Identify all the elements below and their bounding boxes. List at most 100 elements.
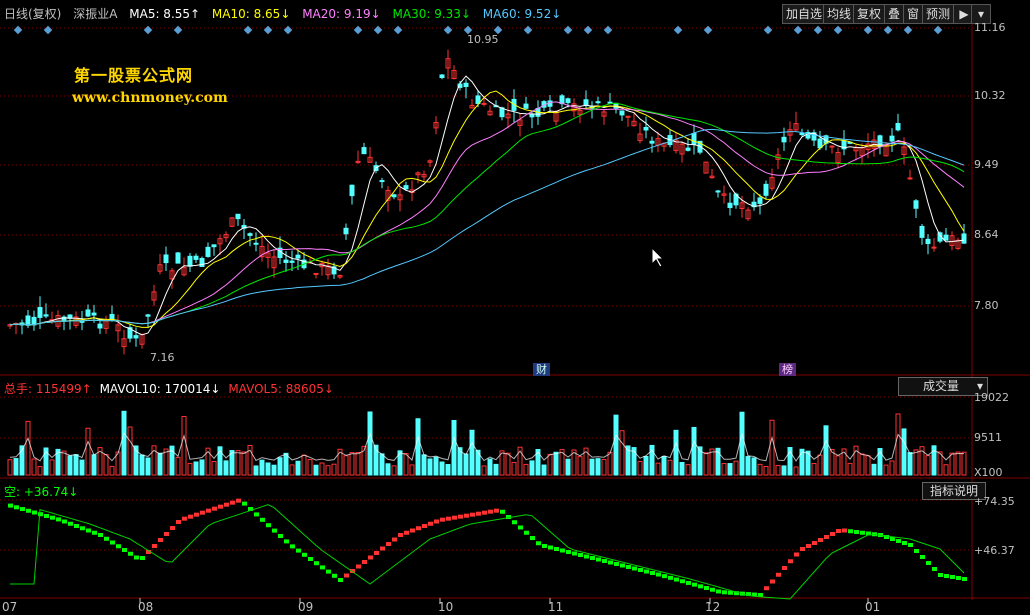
indicator-dot bbox=[50, 515, 55, 520]
candle-body bbox=[943, 234, 949, 241]
indicator-dot bbox=[356, 564, 361, 569]
finance-badge[interactable]: 财 bbox=[533, 363, 550, 376]
candle-body bbox=[565, 98, 571, 104]
volume-bar bbox=[865, 455, 871, 476]
volume-axis-label: 9511 bbox=[974, 431, 1002, 444]
indicator-dot bbox=[62, 519, 67, 524]
indicator-dot bbox=[782, 566, 787, 570]
adjust-button[interactable]: 复权 bbox=[853, 4, 886, 24]
volume-bar bbox=[643, 455, 649, 476]
volume-bar bbox=[565, 458, 571, 476]
candle-body bbox=[403, 185, 409, 190]
volume-bar bbox=[31, 458, 37, 476]
volume-bar bbox=[313, 464, 319, 476]
watermark-name: 第一股票公式网 bbox=[74, 66, 194, 85]
overlay-button[interactable]: 叠 bbox=[884, 4, 905, 24]
candle-body bbox=[37, 306, 43, 318]
indicator-dot bbox=[668, 575, 673, 580]
event-diamond bbox=[443, 25, 453, 35]
indicator-dot bbox=[254, 512, 259, 517]
candle-body bbox=[715, 190, 721, 193]
indicator-dot bbox=[638, 568, 643, 572]
indicator-dot bbox=[692, 582, 697, 587]
volume-bar bbox=[925, 455, 931, 476]
candle-body bbox=[379, 180, 385, 183]
indicator-dot bbox=[398, 533, 403, 537]
price-axis-label: 7.80 bbox=[974, 299, 999, 312]
mavol-line bbox=[9, 432, 965, 462]
volume-bar bbox=[145, 457, 151, 476]
indicator-dot bbox=[722, 590, 727, 595]
mouse-cursor-icon bbox=[651, 246, 665, 268]
indicator-dot bbox=[686, 580, 691, 585]
volume-bar bbox=[913, 449, 919, 476]
indicator-dot bbox=[914, 549, 919, 553]
indicator-dot bbox=[434, 519, 439, 524]
volume-bar bbox=[859, 453, 865, 476]
high-price-annotation: 10.95 bbox=[467, 33, 499, 46]
volume-bar bbox=[175, 456, 181, 476]
indicator-dot bbox=[836, 529, 841, 533]
indicator-dot bbox=[644, 569, 649, 574]
indicator-dot bbox=[950, 575, 955, 579]
volume-bar bbox=[277, 457, 283, 476]
volume-bar bbox=[61, 450, 67, 476]
indicator-dot bbox=[860, 530, 865, 535]
low-price-annotation: 7.16 bbox=[150, 351, 175, 364]
indicator-axis-label: +46.37 bbox=[974, 544, 1015, 557]
month-label: 07 bbox=[2, 600, 18, 614]
forecast-button[interactable]: 预测 bbox=[922, 4, 955, 24]
volume-bar bbox=[679, 461, 685, 476]
volume-bar bbox=[127, 426, 133, 476]
indicator-dot bbox=[56, 517, 61, 522]
indicator-dot bbox=[500, 509, 505, 514]
candle-body bbox=[889, 135, 895, 142]
volume-bar bbox=[847, 462, 853, 476]
candle-body bbox=[643, 126, 649, 131]
ranking-badge[interactable]: 榜 bbox=[779, 363, 796, 376]
period-label[interactable]: 日线(复权) bbox=[4, 7, 61, 21]
price-axis-label: 11.16 bbox=[974, 21, 1006, 34]
window-button[interactable]: 窗 bbox=[903, 4, 924, 24]
volume-bar bbox=[415, 418, 421, 476]
add-watchlist-button[interactable]: 加自选 bbox=[782, 4, 827, 24]
indicator-dot bbox=[704, 586, 709, 591]
indicator-dot bbox=[110, 540, 115, 545]
volume-axis-label: 19022 bbox=[974, 391, 1009, 404]
indicator-dot bbox=[68, 521, 73, 526]
volume-bar bbox=[199, 459, 205, 476]
ma10-value: MA10: 8.65↓ bbox=[211, 7, 291, 21]
candle-body bbox=[85, 309, 91, 317]
month-label: 12 bbox=[705, 600, 721, 614]
ma20-line bbox=[9, 101, 965, 326]
indicator-dot bbox=[32, 510, 37, 515]
indicator-dot bbox=[956, 576, 961, 580]
indicator-dot bbox=[320, 565, 325, 570]
indicator-dot bbox=[590, 556, 595, 560]
indicator-dot bbox=[74, 524, 79, 528]
volume-bar bbox=[655, 462, 661, 476]
volume-bar bbox=[391, 465, 397, 476]
volume-bar bbox=[85, 427, 91, 476]
volume-bar bbox=[469, 429, 475, 476]
event-diamond bbox=[903, 25, 913, 35]
event-diamond bbox=[353, 25, 363, 35]
indicator-dot bbox=[440, 517, 445, 522]
candle-body bbox=[193, 255, 199, 260]
indicator-dot bbox=[848, 529, 853, 534]
indicator-dot bbox=[536, 541, 541, 546]
volume-bar bbox=[769, 419, 775, 476]
indicator-dot bbox=[662, 574, 667, 579]
indicator-dot bbox=[932, 567, 937, 571]
indicator-dot bbox=[710, 587, 715, 592]
indicator-dot bbox=[266, 523, 271, 528]
indicator-dot bbox=[302, 552, 307, 557]
indicator-dot bbox=[380, 546, 385, 551]
volume-bar bbox=[661, 456, 667, 476]
volume-bar bbox=[541, 464, 547, 476]
ma-line-button[interactable]: 均线 bbox=[823, 4, 856, 24]
volume-bar bbox=[757, 463, 763, 476]
indicator-dot bbox=[176, 520, 181, 524]
volume-bar bbox=[589, 458, 595, 476]
indicator-dot bbox=[20, 507, 25, 512]
